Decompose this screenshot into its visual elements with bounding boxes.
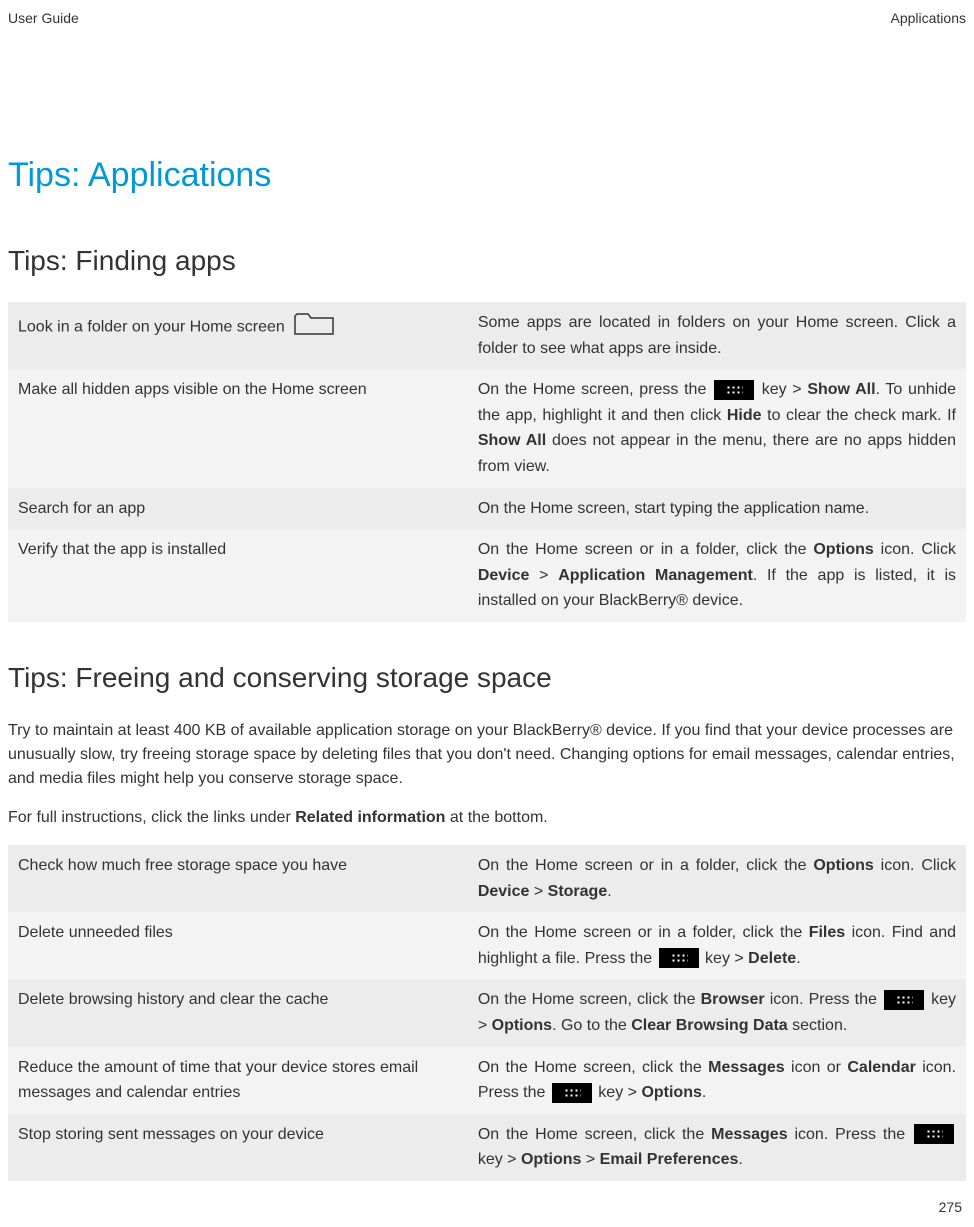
blackberry-key-icon	[552, 1083, 592, 1103]
table-row: Verify that the app is installed On the …	[8, 529, 966, 622]
table-row: Look in a folder on your Home screen Som…	[8, 302, 966, 369]
row-label: Delete unneeded files	[8, 912, 468, 979]
section2-title: Tips: Freeing and conserving storage spa…	[8, 662, 966, 694]
row-label: Reduce the amount of time that your devi…	[8, 1047, 468, 1114]
table-row: Delete browsing history and clear the ca…	[8, 979, 966, 1046]
row-description: On the Home screen or in a folder, click…	[468, 912, 966, 979]
row-description: On the Home screen or in a folder, click…	[468, 529, 966, 622]
blackberry-key-icon	[659, 948, 699, 968]
header-left: User Guide	[8, 10, 79, 26]
row-description: On the Home screen, click the Browser ic…	[468, 979, 966, 1046]
finding-apps-table: Look in a folder on your Home screen Som…	[8, 302, 966, 622]
table-row: Search for an app On the Home screen, st…	[8, 488, 966, 530]
row-label: Make all hidden apps visible on the Home…	[8, 369, 468, 487]
blackberry-key-icon	[914, 1124, 954, 1144]
section2-para2: For full instructions, click the links u…	[8, 806, 966, 830]
blackberry-key-icon	[884, 990, 924, 1010]
row-description: On the Home screen, click the Messages i…	[468, 1114, 966, 1181]
row-label: Verify that the app is installed	[8, 529, 468, 622]
row-description: On the Home screen, start typing the app…	[468, 488, 966, 530]
row-description: On the Home screen or in a folder, click…	[468, 845, 966, 912]
folder-icon	[293, 310, 335, 345]
page-number: 275	[939, 1199, 962, 1215]
row-description: Some apps are located in folders on your…	[468, 302, 966, 369]
row-label: Search for an app	[8, 488, 468, 530]
row-label: Check how much free storage space you ha…	[8, 845, 468, 912]
row-label: Look in a folder on your Home screen	[18, 319, 285, 336]
table-row: Reduce the amount of time that your devi…	[8, 1047, 966, 1114]
header-right: Applications	[891, 10, 967, 26]
table-row: Make all hidden apps visible on the Home…	[8, 369, 966, 487]
blackberry-key-icon	[714, 380, 754, 400]
page-title: Tips: Applications	[8, 156, 966, 195]
row-description: On the Home screen, press the key > Show…	[468, 369, 966, 487]
section2-para1: Try to maintain at least 400 KB of avail…	[8, 719, 966, 791]
row-label: Delete browsing history and clear the ca…	[8, 979, 468, 1046]
table-row: Check how much free storage space you ha…	[8, 845, 966, 912]
row-label: Stop storing sent messages on your devic…	[8, 1114, 468, 1181]
section1-title: Tips: Finding apps	[8, 245, 966, 277]
storage-tips-table: Check how much free storage space you ha…	[8, 845, 966, 1181]
row-description: On the Home screen, click the Messages i…	[468, 1047, 966, 1114]
table-row: Stop storing sent messages on your devic…	[8, 1114, 966, 1181]
table-row: Delete unneeded files On the Home screen…	[8, 912, 966, 979]
